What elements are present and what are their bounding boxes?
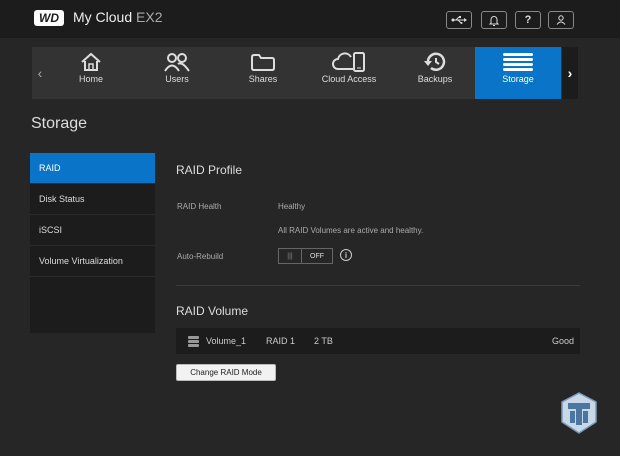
watermark-logo-icon xyxy=(561,392,597,434)
product-name: My Cloud xyxy=(73,9,133,25)
nav-home[interactable]: Home xyxy=(48,47,134,99)
nav-users[interactable]: Users xyxy=(134,47,220,99)
nav-shares-label: Shares xyxy=(248,74,278,84)
raid-health-value: Healthy xyxy=(278,202,306,211)
nav-users-label: Users xyxy=(165,74,189,84)
folder-icon xyxy=(251,54,275,71)
nav-storage[interactable]: Storage xyxy=(475,47,561,99)
bell-icon xyxy=(489,15,499,26)
top-bar: WD My Cloud EX2 ? xyxy=(0,0,620,38)
nav-storage-label: Storage xyxy=(502,74,534,84)
volume-raid-level: RAID 1 xyxy=(266,336,296,346)
storage-icon xyxy=(503,53,533,71)
backups-icon xyxy=(424,52,446,71)
nav-backups[interactable]: Backups xyxy=(392,47,478,99)
raid-health-label: RAID Health xyxy=(177,202,222,211)
sidebar-item-disk-status[interactable]: Disk Status xyxy=(30,184,155,215)
toggle-state: OFF xyxy=(310,252,324,260)
raid-volume-title: RAID Volume xyxy=(176,304,249,318)
user-button[interactable] xyxy=(548,11,574,29)
auto-rebuild-toggle[interactable]: ||| OFF xyxy=(278,248,333,264)
volume-name: Volume_1 xyxy=(206,336,247,346)
product-model: EX2 xyxy=(136,9,163,25)
toggle-grip: ||| xyxy=(279,249,302,263)
volume-size: 2 TB xyxy=(314,336,333,346)
users-icon xyxy=(164,53,190,72)
table-row[interactable]: Volume_1 RAID 1 2 TB Good xyxy=(176,328,580,354)
volume-status: Good xyxy=(551,336,574,346)
nav-next-button[interactable]: › xyxy=(562,47,578,99)
nav-cloud-access[interactable]: Cloud Access xyxy=(306,47,392,99)
nav-prev-button[interactable]: ‹ xyxy=(32,47,48,99)
help-button[interactable]: ? xyxy=(515,11,541,29)
raid-profile-title: RAID Profile xyxy=(176,163,243,177)
nav-cloud-access-label: Cloud Access xyxy=(321,74,377,84)
page-title: Storage xyxy=(31,115,88,132)
auto-rebuild-label: Auto-Rebuild xyxy=(177,252,224,261)
help-icon: ? xyxy=(524,14,532,26)
home-icon xyxy=(81,52,101,71)
sidebar-item-volume-virtualization[interactable]: Volume Virtualization xyxy=(30,246,155,277)
main-nav: ‹ Home Users Shares Cloud Access Backups… xyxy=(32,47,578,99)
sidebar-item-iscsi[interactable]: iSCSI xyxy=(30,215,155,246)
disk-stack-icon xyxy=(188,336,199,347)
user-icon xyxy=(556,15,566,25)
nav-backups-label: Backups xyxy=(417,74,453,84)
cloud-access-icon xyxy=(332,52,365,72)
section-divider xyxy=(176,285,580,286)
nav-shares[interactable]: Shares xyxy=(220,47,306,99)
product-title: My Cloud EX2 xyxy=(73,9,163,25)
change-raid-mode-button[interactable]: Change RAID Mode xyxy=(176,364,276,381)
usb-button[interactable] xyxy=(446,11,472,29)
wd-logo: WD xyxy=(34,10,64,26)
info-icon[interactable]: i xyxy=(340,249,352,261)
raid-health-detail: All RAID Volumes are active and healthy. xyxy=(278,226,424,235)
usb-icon xyxy=(451,16,467,24)
nav-home-label: Home xyxy=(78,74,103,84)
notifications-button[interactable] xyxy=(481,11,507,29)
storage-sidebar: RAID Disk Status iSCSI Volume Virtualiza… xyxy=(30,153,155,333)
sidebar-item-raid[interactable]: RAID xyxy=(30,153,155,184)
